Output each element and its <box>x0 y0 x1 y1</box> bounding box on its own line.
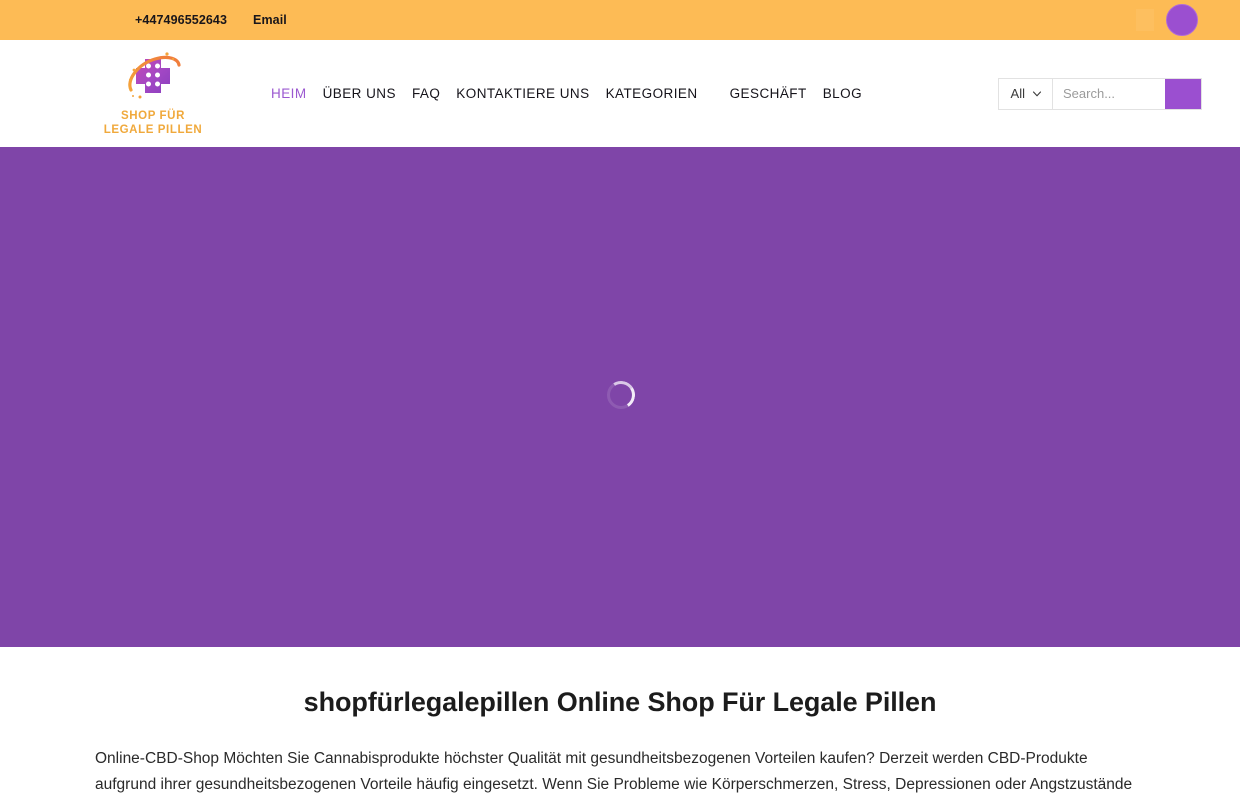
nav-item-faq[interactable]: FAQ <box>404 86 448 101</box>
site-logo-text: SHOP FÜR LEGALE PILLEN <box>104 110 203 137</box>
nav-item-heim[interactable]: HEIM <box>263 86 315 101</box>
top-bar: +447496552643 Email <box>0 0 1240 40</box>
site-logo-line-1: SHOP FÜR <box>120 109 185 122</box>
search-category-value: All <box>1010 86 1025 101</box>
spinner-arc <box>603 378 638 412</box>
user-avatar-circle-icon[interactable] <box>1166 4 1198 36</box>
nav-item-blog[interactable]: BLOG <box>815 86 870 101</box>
page-title: shopfürlegalepillen Online Shop Für Lega… <box>303 687 937 717</box>
search-submit-button[interactable] <box>1165 78 1201 109</box>
main-content: shopfürlegalepillen Online Shop Für Lega… <box>0 647 1240 800</box>
search-bar: All <box>997 77 1202 110</box>
site-header: SHOP FÜR LEGALE PILLEN HEIM ÜBER UNS FAQ… <box>0 40 1240 147</box>
top-bar-contact-group: +447496552643 Email <box>135 13 287 27</box>
search-input[interactable] <box>1053 78 1165 109</box>
nav-item-kategorien[interactable]: KATEGORIEN <box>598 86 706 101</box>
top-bar-divider <box>1136 9 1154 31</box>
nav-item-kontaktiere-uns[interactable]: KONTAKTIERE UNS <box>448 86 597 101</box>
top-bar-right-group <box>1136 0 1198 40</box>
hero-banner-slider <box>0 147 1240 647</box>
top-bar-inner: +447496552643 Email <box>70 0 1198 40</box>
site-header-inner: SHOP FÜR LEGALE PILLEN HEIM ÜBER UNS FAQ… <box>70 40 1202 147</box>
nav-item-geschaeft[interactable]: GESCHÄFT <box>722 86 815 101</box>
loading-spinner-icon <box>603 378 638 412</box>
pill-cross-logo-icon <box>128 52 181 99</box>
main-navigation: HEIM ÜBER UNS FAQ KONTAKTIERE UNS KATEGO… <box>263 86 870 101</box>
email-link[interactable]: Email <box>253 13 287 27</box>
site-logo[interactable]: SHOP FÜR LEGALE PILLEN <box>98 50 208 137</box>
main-content-inner: shopfürlegalepillen Online Shop Für Lega… <box>95 687 1145 800</box>
intro-paragraph: Online-CBD-Shop Möchten Sie Cannabisprod… <box>95 750 1133 793</box>
nav-item-uber-uns[interactable]: ÜBER UNS <box>315 86 404 101</box>
phone-link[interactable]: +447496552643 <box>135 13 227 27</box>
search-category-select[interactable]: All <box>998 78 1053 109</box>
chevron-down-icon <box>1032 90 1042 96</box>
site-logo-line-2: LEGALE PILLEN <box>103 123 203 136</box>
